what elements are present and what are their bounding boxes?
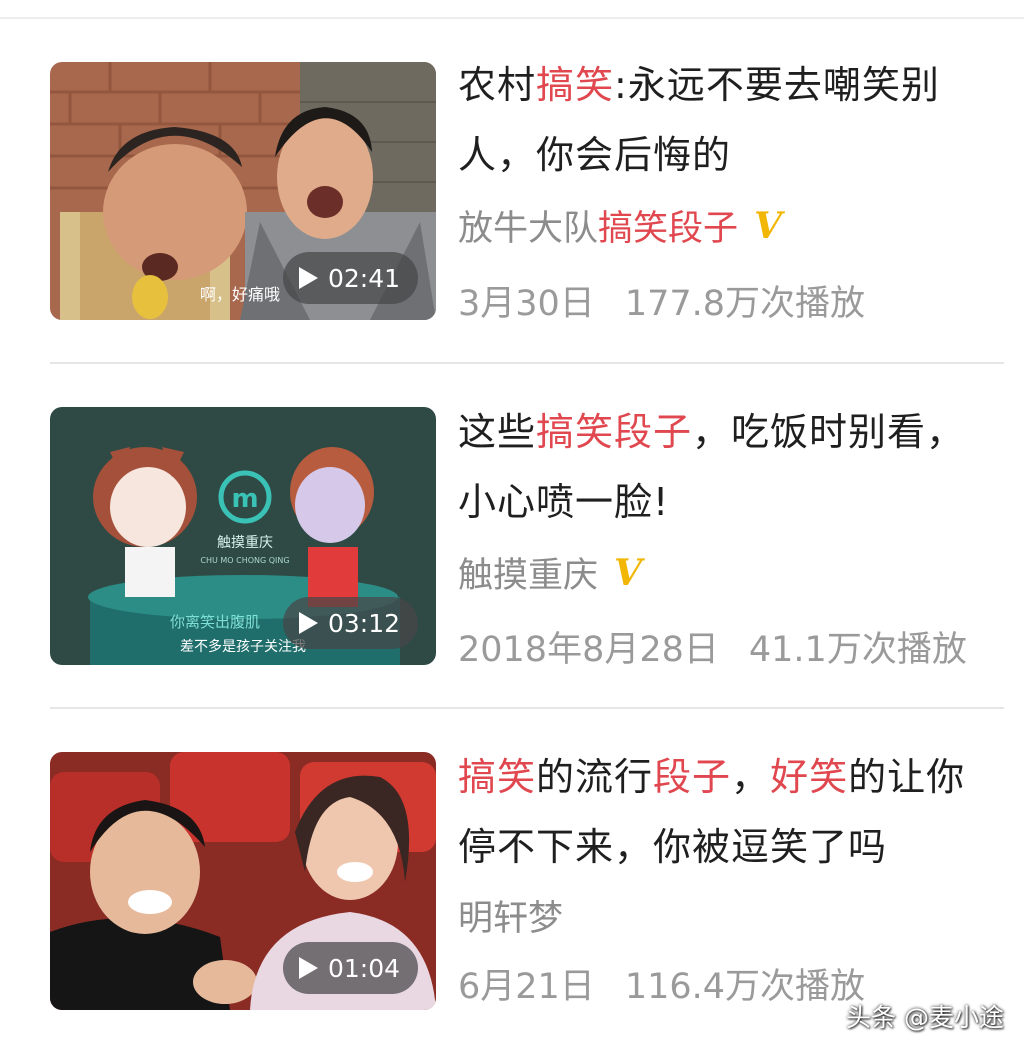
duration-label-1: 02:41 — [327, 263, 400, 293]
thumb-logo-sub: CHU MO CHONG QING — [200, 556, 289, 565]
video-author-1[interactable]: 放牛大队搞笑段子 V — [458, 200, 782, 251]
video-title-3[interactable]: 搞笑的流行段子，好笑的让你停不下来，你被逗笑了吗 — [458, 742, 998, 882]
thumb-logo-text: 触摸重庆 — [217, 535, 273, 551]
duration-badge-1: 02:41 — [282, 252, 418, 304]
thumb-caption-1: 啊，好痛哦 — [200, 285, 280, 304]
author-name-2: 触摸重庆 — [458, 547, 598, 598]
play-icon — [298, 957, 318, 979]
video-meta-2: 2018年8月28日 41.1万次播放 — [458, 621, 1003, 672]
video-meta-1: 3月30日 177.8万次播放 — [458, 275, 1003, 326]
video-plays-1: 177.8万次播放 — [624, 284, 866, 324]
svg-text:m: m — [231, 484, 258, 514]
text-segment: 的流行 — [536, 755, 654, 799]
play-icon — [298, 267, 318, 289]
video-title-2[interactable]: 这些搞笑段子，吃饭时别看，小心喷一脸! — [458, 397, 998, 537]
video-card-3[interactable]: 01:04 搞笑的流行段子，好笑的让你停不下来，你被逗笑了吗 明轩梦 6月21日… — [0, 690, 1024, 1035]
play-icon — [298, 612, 318, 634]
verified-badge-icon: V — [754, 204, 782, 247]
video-author-3[interactable]: 明轩梦 — [458, 890, 563, 941]
video-plays-3: 116.4万次播放 — [624, 967, 866, 1007]
highlighted-keyword: 段子 — [653, 755, 732, 799]
highlighted-keyword: 好笑 — [770, 755, 849, 799]
video-card-1[interactable]: 啊，好痛哦 02:41 农村搞笑:永远不要去嘲笑别人，你会后悔的 放牛大队搞笑段… — [0, 0, 1024, 345]
verified-badge-icon: V — [614, 551, 642, 594]
highlighted-keyword: 搞笑 — [458, 755, 537, 799]
duration-label-2: 03:12 — [327, 608, 400, 638]
text-segment: 农村 — [458, 63, 537, 107]
text-segment: 明轩梦 — [458, 899, 564, 939]
video-thumbnail-3[interactable]: 01:04 — [50, 752, 436, 1010]
video-title-1[interactable]: 农村搞笑:永远不要去嘲笑别人，你会后悔的 — [458, 50, 998, 190]
video-date-2: 2018年8月28日 — [458, 630, 719, 670]
duration-badge-2: 03:12 — [282, 597, 418, 649]
highlighted-keyword: 搞笑段子 — [536, 410, 693, 454]
text-segment: 这些 — [458, 410, 537, 454]
highlighted-keyword: 搞笑段子 — [598, 209, 739, 249]
video-card-2[interactable]: m 触摸重庆 CHU MO CHONG QING 你离笑出腹肌 差不多是孩子关注… — [0, 345, 1024, 690]
text-segment: 触摸重庆 — [458, 556, 599, 596]
source-watermark: 头条 @麦小途 — [846, 1003, 1004, 1032]
author-name-3: 明轩梦 — [458, 890, 563, 941]
highlighted-keyword: 搞笑 — [536, 63, 615, 107]
author-name-1: 放牛大队搞笑段子 — [458, 200, 738, 251]
video-author-2[interactable]: 触摸重庆 V — [458, 547, 642, 598]
text-segment: 放牛大队 — [458, 209, 599, 249]
thumb-caption-2a: 你离笑出腹肌 — [170, 613, 260, 631]
video-thumbnail-2[interactable]: m 触摸重庆 CHU MO CHONG QING 你离笑出腹肌 差不多是孩子关注… — [50, 407, 436, 665]
video-date-1: 3月30日 — [458, 284, 595, 324]
video-plays-2: 41.1万次播放 — [748, 630, 967, 670]
video-thumbnail-1[interactable]: 啊，好痛哦 02:41 — [50, 62, 436, 320]
thumb-caption-2b: 差不多是孩子关注我 — [180, 638, 306, 655]
text-segment: ， — [731, 755, 771, 799]
duration-label-3: 01:04 — [327, 953, 400, 983]
video-date-3: 6月21日 — [458, 967, 595, 1007]
duration-badge-3: 01:04 — [282, 942, 418, 994]
